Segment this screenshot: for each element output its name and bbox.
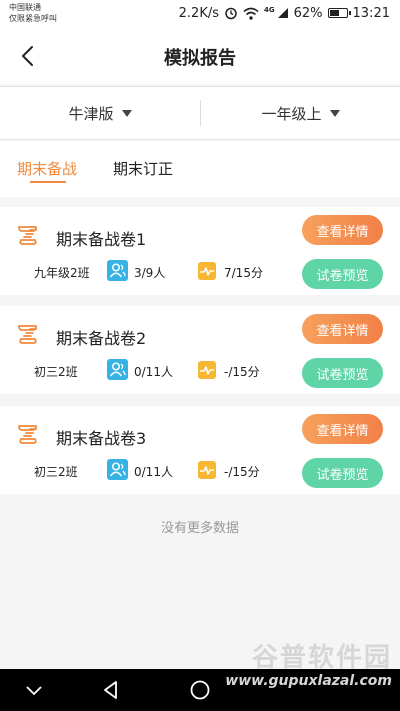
textbook-version-dropdown[interactable]: 牛津版 <box>0 87 200 139</box>
textbook-version-label: 牛津版 <box>68 104 114 123</box>
view-details-button[interactable]: 查看详情 <box>302 314 383 344</box>
network-speed: 2.2K/s <box>178 5 219 21</box>
score-chart-icon <box>198 461 216 479</box>
page-title: 模拟报告 <box>164 48 236 69</box>
caret-down-icon <box>329 109 340 117</box>
status-bar: 中国联通 仅限紧急呼叫 2.2K/s 4G 62% 13:21 <box>0 0 400 28</box>
people-icon <box>107 260 128 281</box>
battery-level <box>329 10 339 16</box>
tab-final-prep[interactable]: 期末备战 <box>17 158 77 179</box>
battery-percent: 62% <box>293 5 323 21</box>
report-card: 期末备战卷3 初三2班 0/11人 -/15分 查看详情 试卷预览 <box>0 406 400 494</box>
header: 模拟报告 <box>0 28 400 84</box>
submission-count: 0/11人 <box>134 465 173 479</box>
collapse-nav-button[interactable] <box>23 679 45 701</box>
report-card: 期末备战卷2 初三2班 0/11人 -/15分 查看详情 试卷预览 <box>0 306 400 394</box>
score-chart-icon <box>198 361 216 379</box>
network-type-badge: 4G <box>264 6 275 14</box>
tab-bar: 期末备战 期末订正 <box>0 141 400 197</box>
watermark-title: 谷普软件园 <box>251 643 392 673</box>
filter-bar: 牛津版 一年级上 <box>0 86 400 140</box>
watermark-url: www.gupuxlazal.com <box>225 673 392 689</box>
battery-icon <box>327 8 351 18</box>
system-back-button[interactable] <box>100 679 122 701</box>
score-chart-icon <box>198 262 216 280</box>
chevron-down-icon <box>26 686 42 696</box>
class-name: 九年级2班 <box>34 266 90 280</box>
submission-count: 3/9人 <box>134 266 166 280</box>
exam-paper-icon <box>18 226 37 245</box>
exam-paper-icon <box>18 425 37 444</box>
paper-preview-button[interactable]: 试卷预览 <box>302 458 383 488</box>
system-home-button[interactable] <box>189 679 211 701</box>
exam-paper-icon <box>18 325 37 344</box>
exam-title: 期末备战卷1 <box>56 230 147 249</box>
clock: 13:21 <box>352 5 390 21</box>
view-details-button[interactable]: 查看详情 <box>302 414 383 444</box>
alarm-icon <box>225 7 237 20</box>
triangle-back-icon <box>104 681 117 699</box>
carrier-info: 中国联通 仅限紧急呼叫 <box>9 2 57 24</box>
average-score: -/15分 <box>224 465 260 479</box>
paper-preview-button[interactable]: 试卷预览 <box>302 259 383 289</box>
emergency-only-text: 仅限紧急呼叫 <box>9 14 57 23</box>
no-more-data-text: 没有更多数据 <box>160 521 239 536</box>
people-icon <box>107 359 128 380</box>
tab-final-correction[interactable]: 期末订正 <box>113 158 173 179</box>
view-details-button[interactable]: 查看详情 <box>302 215 383 245</box>
paper-preview-button[interactable]: 试卷预览 <box>302 358 383 388</box>
average-score: 7/15分 <box>224 266 263 280</box>
grade-dropdown[interactable]: 一年级上 <box>201 87 400 139</box>
report-card: 期末备战卷1 九年级2班 3/9人 7/15分 查看详情 试卷预览 <box>0 207 400 295</box>
submission-count: 0/11人 <box>134 365 173 379</box>
exam-title: 期末备战卷2 <box>56 329 147 348</box>
active-tab-indicator <box>30 181 66 183</box>
signal-icon <box>277 8 288 18</box>
carrier-name: 中国联通 <box>9 3 41 12</box>
class-name: 初三2班 <box>34 365 78 379</box>
watermark: 谷普软件园 www.gupuxlazal.com <box>225 643 392 689</box>
exam-title: 期末备战卷3 <box>56 429 147 448</box>
circle-home-icon <box>190 680 210 700</box>
average-score: -/15分 <box>224 365 260 379</box>
status-icons: 2.2K/s 4G 62% 13:21 <box>179 5 390 21</box>
class-name: 初三2班 <box>34 465 78 479</box>
wifi-icon <box>243 7 259 20</box>
caret-down-icon <box>121 109 132 117</box>
grade-label: 一年级上 <box>261 104 322 123</box>
people-icon <box>107 459 128 480</box>
